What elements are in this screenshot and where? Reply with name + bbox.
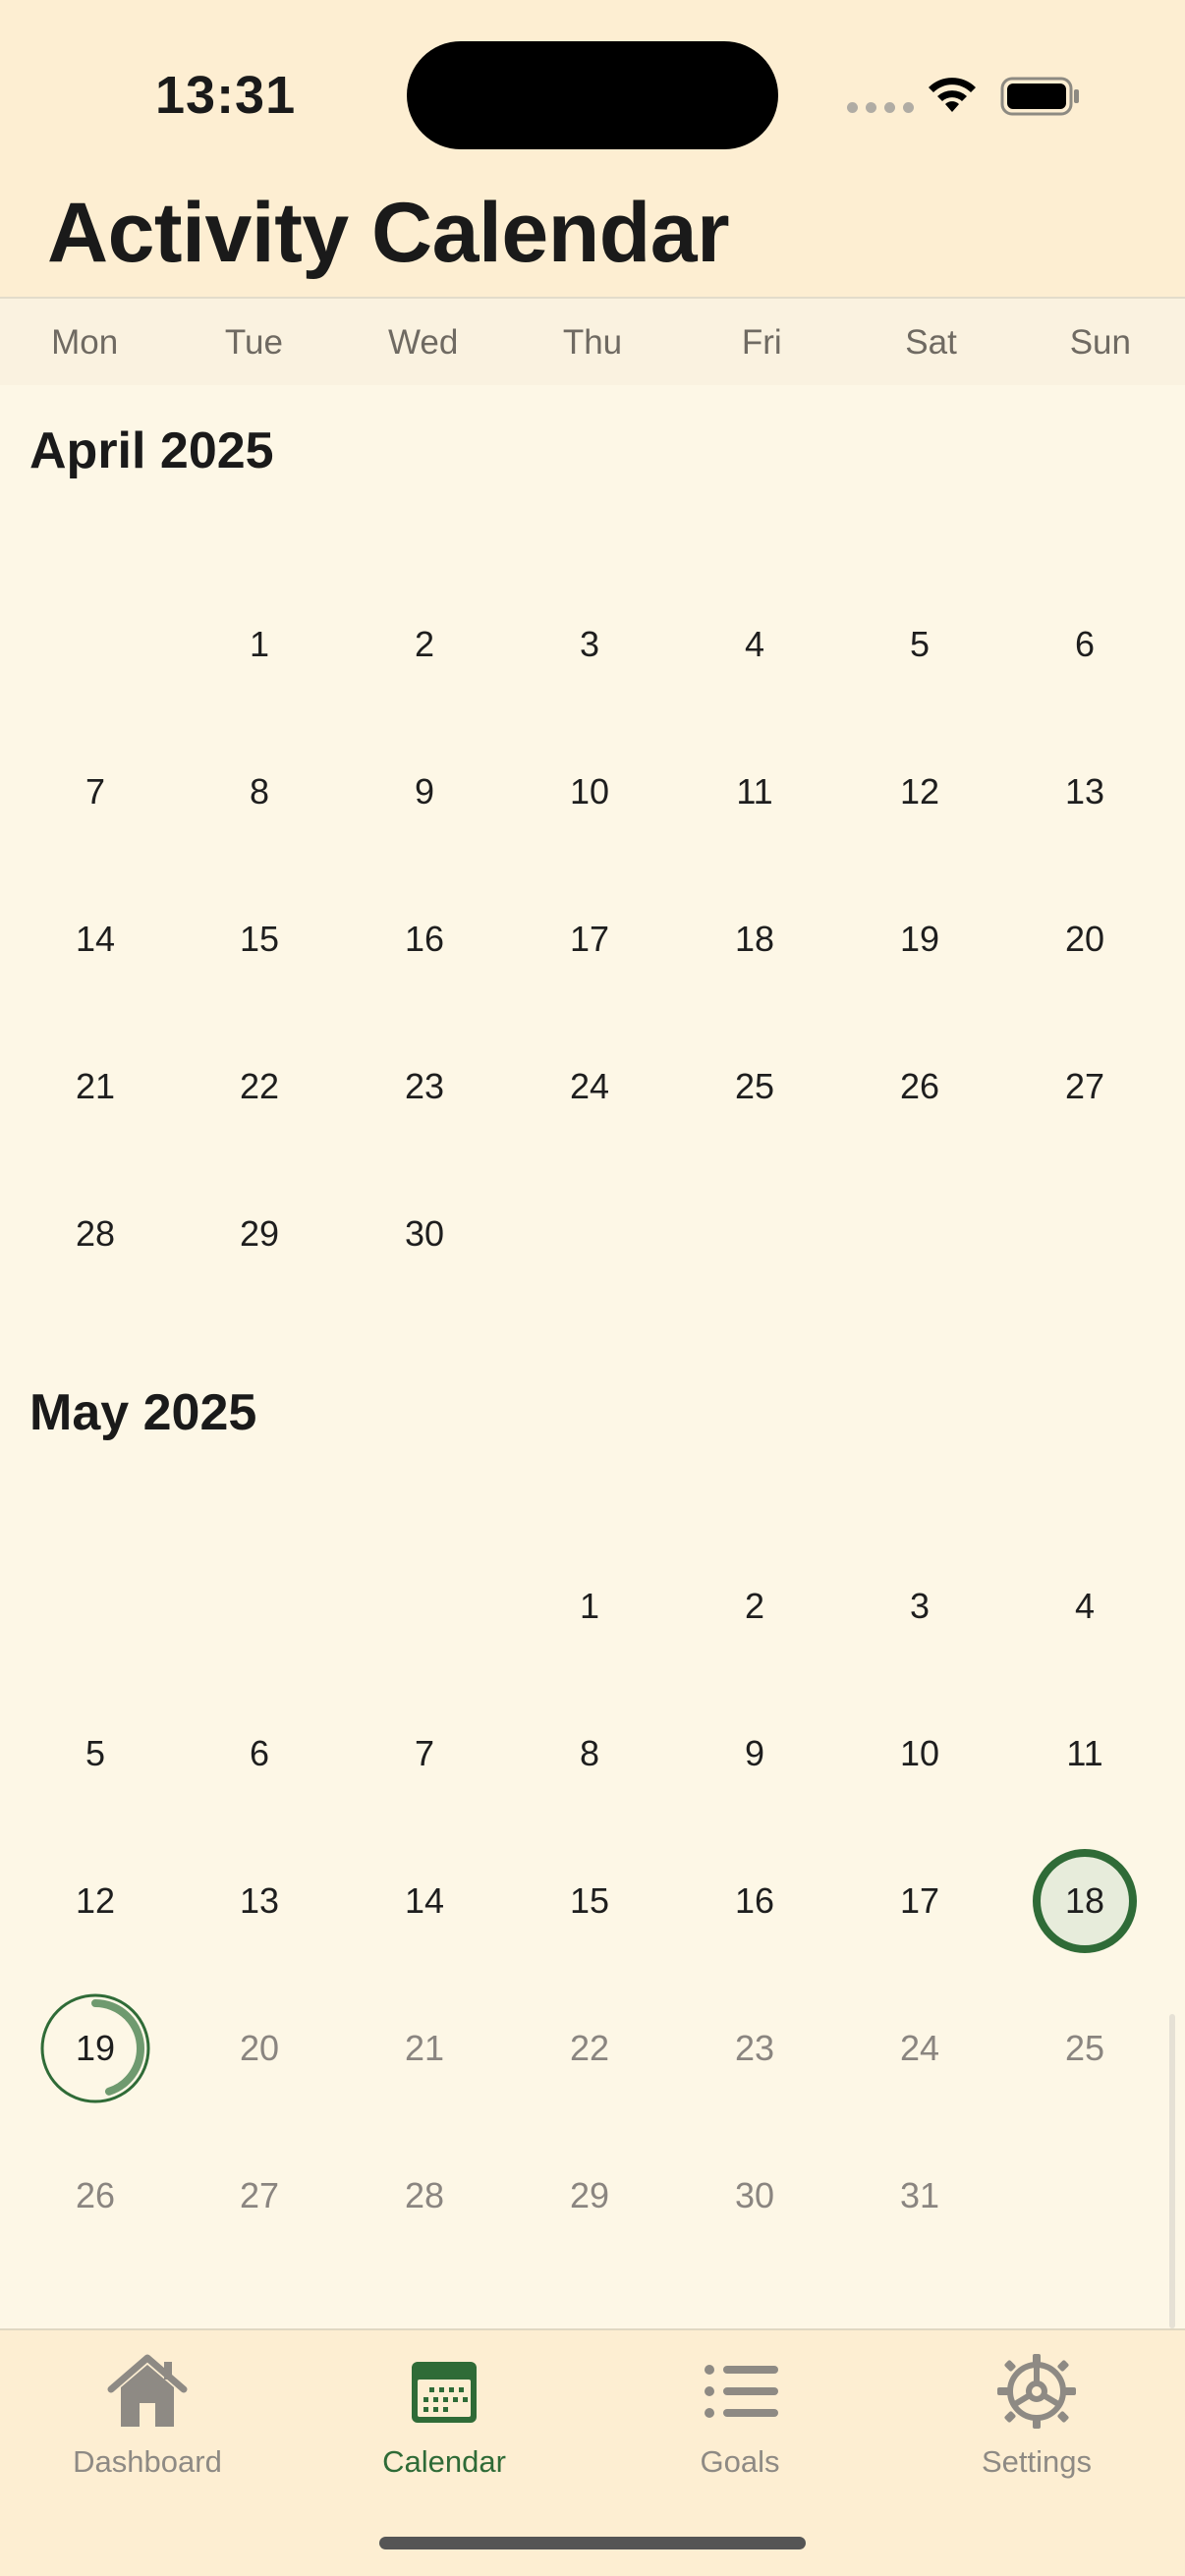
calendar-day[interactable]: 19: [861, 880, 979, 998]
calendar-day[interactable]: 2: [696, 1547, 814, 1665]
calendar-day[interactable]: 28: [36, 1175, 154, 1293]
calendar-day[interactable]: 24: [531, 1028, 649, 1146]
calendar-day-completed[interactable]: 18: [1033, 1849, 1137, 1953]
calendar-day[interactable]: 22: [531, 1989, 649, 2107]
calendar-day[interactable]: 29: [531, 2137, 649, 2255]
calendar-day[interactable]: 1: [200, 586, 318, 703]
calendar-day[interactable]: 14: [366, 1842, 483, 1960]
calendar-day[interactable]: 5: [36, 1695, 154, 1813]
weekday-mon: Mon: [51, 323, 119, 362]
calendar-day[interactable]: 17: [861, 1842, 979, 1960]
calendar-day[interactable]: 16: [366, 880, 483, 998]
calendar-day[interactable]: 28: [366, 2137, 483, 2255]
weekday-header: Mon Tue Wed Thu Fri Sat Sun: [0, 297, 1185, 385]
calendar-day[interactable]: 26: [861, 1028, 979, 1146]
scrollbar[interactable]: [1169, 2014, 1175, 2328]
calendar-day[interactable]: 20: [200, 1989, 318, 2107]
calendar-day[interactable]: 15: [200, 880, 318, 998]
calendar-day[interactable]: 6: [200, 1695, 318, 1813]
calendar-day[interactable]: 13: [1026, 733, 1144, 851]
calendar-day[interactable]: 10: [531, 733, 649, 851]
tab-label-dashboard: Dashboard: [73, 2444, 222, 2479]
calendar-day[interactable]: 27: [200, 2137, 318, 2255]
calendar-day[interactable]: 24: [861, 1989, 979, 2107]
house-icon: [107, 2354, 188, 2427]
tab-calendar[interactable]: Calendar: [326, 2350, 562, 2497]
wifi-icon: [929, 78, 976, 112]
calendar-day[interactable]: 17: [531, 880, 649, 998]
weekday-tue: Tue: [224, 323, 283, 362]
calendar-day[interactable]: 3: [861, 1547, 979, 1665]
calendar-icon: [412, 2362, 477, 2423]
calendar-day[interactable]: 7: [36, 733, 154, 851]
calendar-day[interactable]: 25: [696, 1028, 814, 1146]
dynamic-island: [407, 41, 778, 149]
tab-goals[interactable]: Goals: [622, 2350, 858, 2497]
tab-settings[interactable]: Settings: [919, 2350, 1155, 2497]
calendar-day[interactable]: 16: [696, 1842, 814, 1960]
calendar-day[interactable]: 6: [1026, 586, 1144, 703]
calendar-day[interactable]: 26: [36, 2137, 154, 2255]
home-indicator: [379, 2537, 806, 2549]
calendar-scroll-area[interactable]: April 2025 1 2 3 4 5 6 7 8 9 10 11 12 13 14 15 16 17 18 19 2…: [0, 385, 1185, 2330]
list-icon: [705, 2365, 778, 2418]
calendar-day[interactable]: 8: [200, 733, 318, 851]
tab-label-settings: Settings: [981, 2444, 1092, 2479]
calendar-day[interactable]: 4: [1026, 1547, 1144, 1665]
weekday-wed: Wed: [388, 323, 459, 362]
calendar-day[interactable]: 8: [531, 1695, 649, 1813]
calendar-day[interactable]: 18: [696, 880, 814, 998]
calendar-day[interactable]: 11: [696, 733, 814, 851]
weekday-fri: Fri: [741, 323, 782, 362]
calendar-day[interactable]: 2: [366, 586, 483, 703]
calendar-day[interactable]: 5: [861, 586, 979, 703]
calendar-day[interactable]: 15: [531, 1842, 649, 1960]
calendar-day[interactable]: 10: [861, 1695, 979, 1813]
calendar-day[interactable]: 21: [36, 1028, 154, 1146]
battery-icon: [1000, 77, 1079, 116]
calendar-day[interactable]: 23: [696, 1989, 814, 2107]
calendar-day[interactable]: 3: [531, 586, 649, 703]
tab-dashboard[interactable]: Dashboard: [29, 2350, 265, 2497]
gear-icon: [997, 2354, 1076, 2429]
cellular-signal-icon: [847, 102, 914, 113]
month-title: May 2025: [29, 1384, 257, 1441]
calendar-day[interactable]: 1: [531, 1547, 649, 1665]
calendar-day[interactable]: 22: [200, 1028, 318, 1146]
calendar-day[interactable]: 29: [200, 1175, 318, 1293]
calendar-day[interactable]: 12: [36, 1842, 154, 1960]
calendar-day-today[interactable]: 19: [37, 1990, 153, 2106]
month-title: April 2025: [29, 422, 274, 479]
calendar-day[interactable]: 7: [366, 1695, 483, 1813]
calendar-day[interactable]: 12: [861, 733, 979, 851]
calendar-day[interactable]: 31: [861, 2137, 979, 2255]
weekday-sun: Sun: [1069, 323, 1131, 362]
calendar-day[interactable]: 11: [1026, 1695, 1144, 1813]
calendar-day-number: 19: [75, 2028, 116, 2068]
calendar-day[interactable]: 13: [200, 1842, 318, 1960]
calendar-day[interactable]: 27: [1026, 1028, 1144, 1146]
weekday-sat: Sat: [905, 323, 957, 362]
calendar-day[interactable]: 25: [1026, 1989, 1144, 2107]
calendar-day[interactable]: 30: [696, 2137, 814, 2255]
calendar-day[interactable]: 23: [366, 1028, 483, 1146]
status-time: 13:31: [155, 66, 297, 125]
calendar-day[interactable]: 14: [36, 880, 154, 998]
weekday-thu: Thu: [562, 323, 623, 362]
calendar-day[interactable]: 30: [366, 1175, 483, 1293]
calendar-day[interactable]: 21: [366, 1989, 483, 2107]
tab-label-calendar: Calendar: [382, 2444, 506, 2479]
calendar-day[interactable]: 9: [366, 733, 483, 851]
calendar-day[interactable]: 4: [696, 586, 814, 703]
calendar-day[interactable]: 20: [1026, 880, 1144, 998]
calendar-day[interactable]: 9: [696, 1695, 814, 1813]
tab-label-goals: Goals: [700, 2444, 780, 2479]
page-title: Activity Calendar: [47, 186, 730, 280]
top-header: 13:31 Activity Calendar: [0, 0, 1185, 297]
